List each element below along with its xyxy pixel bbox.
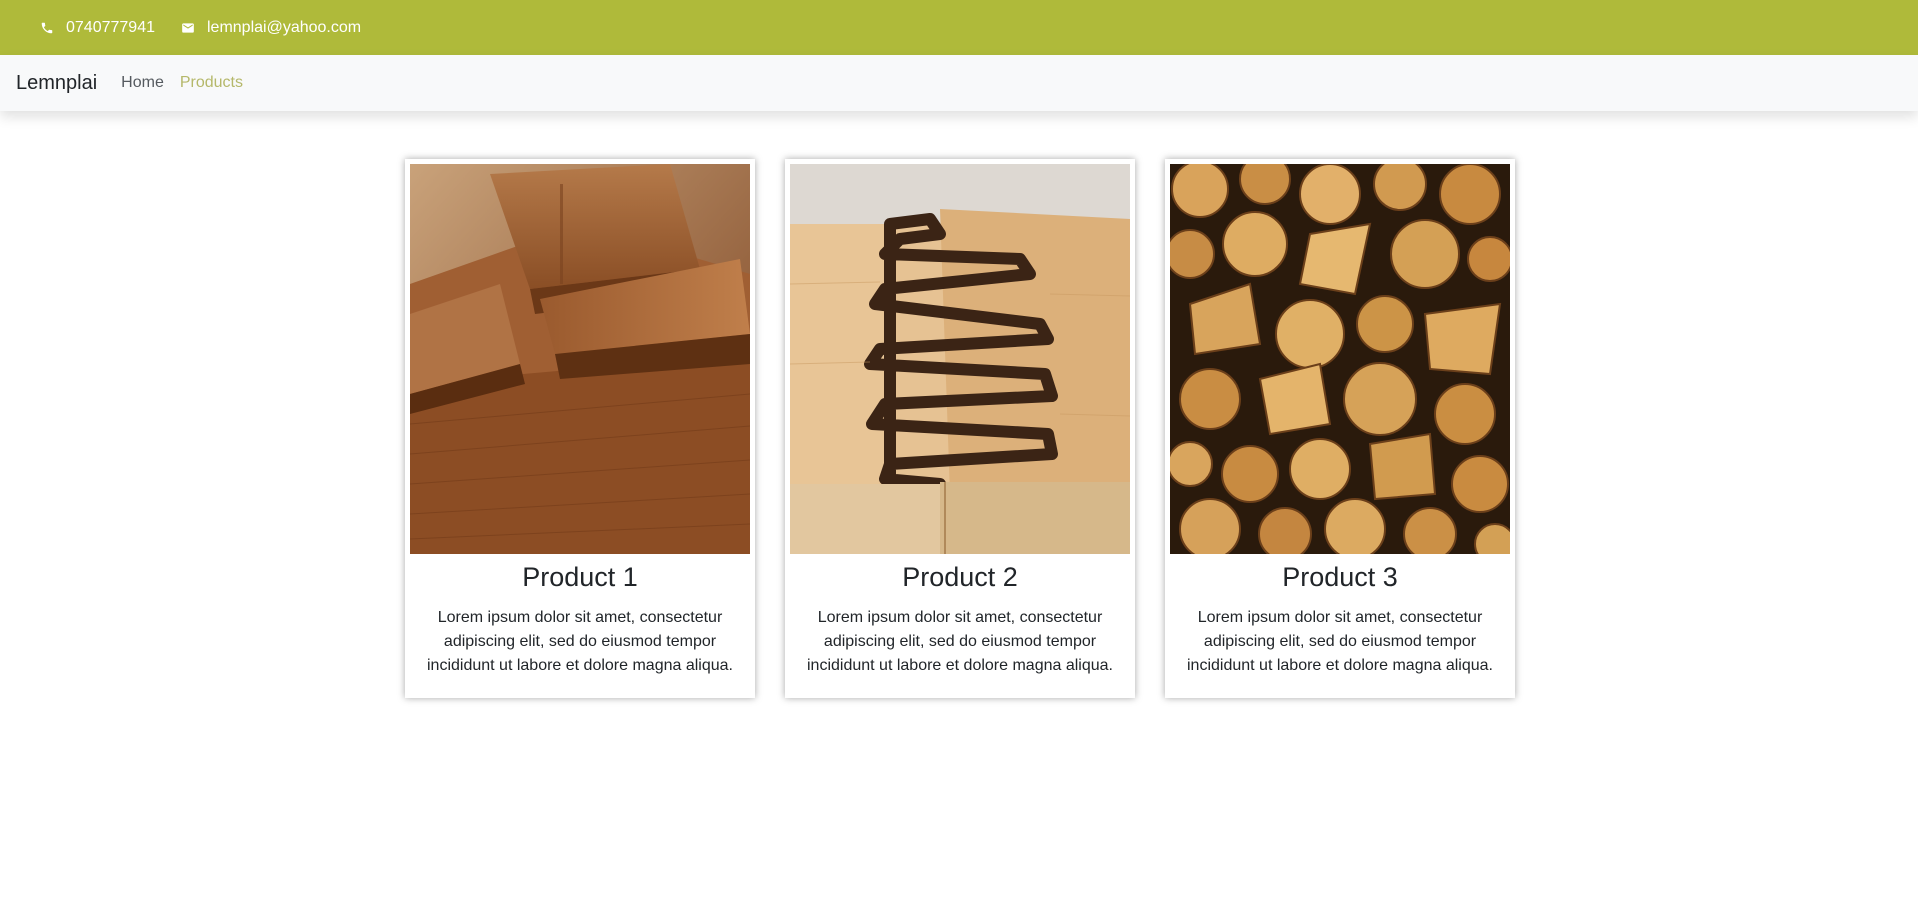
brand-logo[interactable]: Lemnplai bbox=[16, 72, 97, 95]
finger-joint-wood-image bbox=[790, 164, 1130, 554]
nav-link-home[interactable]: Home bbox=[121, 74, 164, 92]
product-title: Product 2 bbox=[902, 562, 1018, 592]
product-card: Product 1 Lorem ipsum dolor sit amet, co… bbox=[405, 159, 755, 698]
product-card-list: Product 1 Lorem ipsum dolor sit amet, co… bbox=[405, 159, 1515, 698]
contact-bar: 0740777941 lemnplai@yahoo.com bbox=[0, 0, 1918, 55]
nav-link-products[interactable]: Products bbox=[180, 74, 243, 92]
stacked-wood-planks-image bbox=[410, 164, 750, 554]
product-description: Lorem ipsum dolor sit amet, consectetur … bbox=[1187, 609, 1493, 674]
phone-icon bbox=[40, 21, 54, 35]
product-title: Product 1 bbox=[522, 562, 638, 592]
product-card: Product 2 Lorem ipsum dolor sit amet, co… bbox=[785, 159, 1135, 698]
email-contact[interactable]: lemnplai@yahoo.com bbox=[181, 18, 361, 38]
mail-icon bbox=[181, 21, 195, 35]
main-navbar: Lemnplai Home Products bbox=[0, 55, 1918, 111]
product-description: Lorem ipsum dolor sit amet, consectetur … bbox=[427, 609, 733, 674]
product-title: Product 3 bbox=[1282, 562, 1398, 592]
product-description: Lorem ipsum dolor sit amet, consectetur … bbox=[807, 609, 1113, 674]
firewood-logs-image bbox=[1170, 164, 1510, 554]
phone-number: 0740777941 bbox=[66, 18, 155, 36]
email-address: lemnplai@yahoo.com bbox=[206, 18, 362, 36]
phone-contact[interactable]: 0740777941 bbox=[40, 18, 155, 38]
product-card: Product 3 Lorem ipsum dolor sit amet, co… bbox=[1165, 159, 1515, 698]
